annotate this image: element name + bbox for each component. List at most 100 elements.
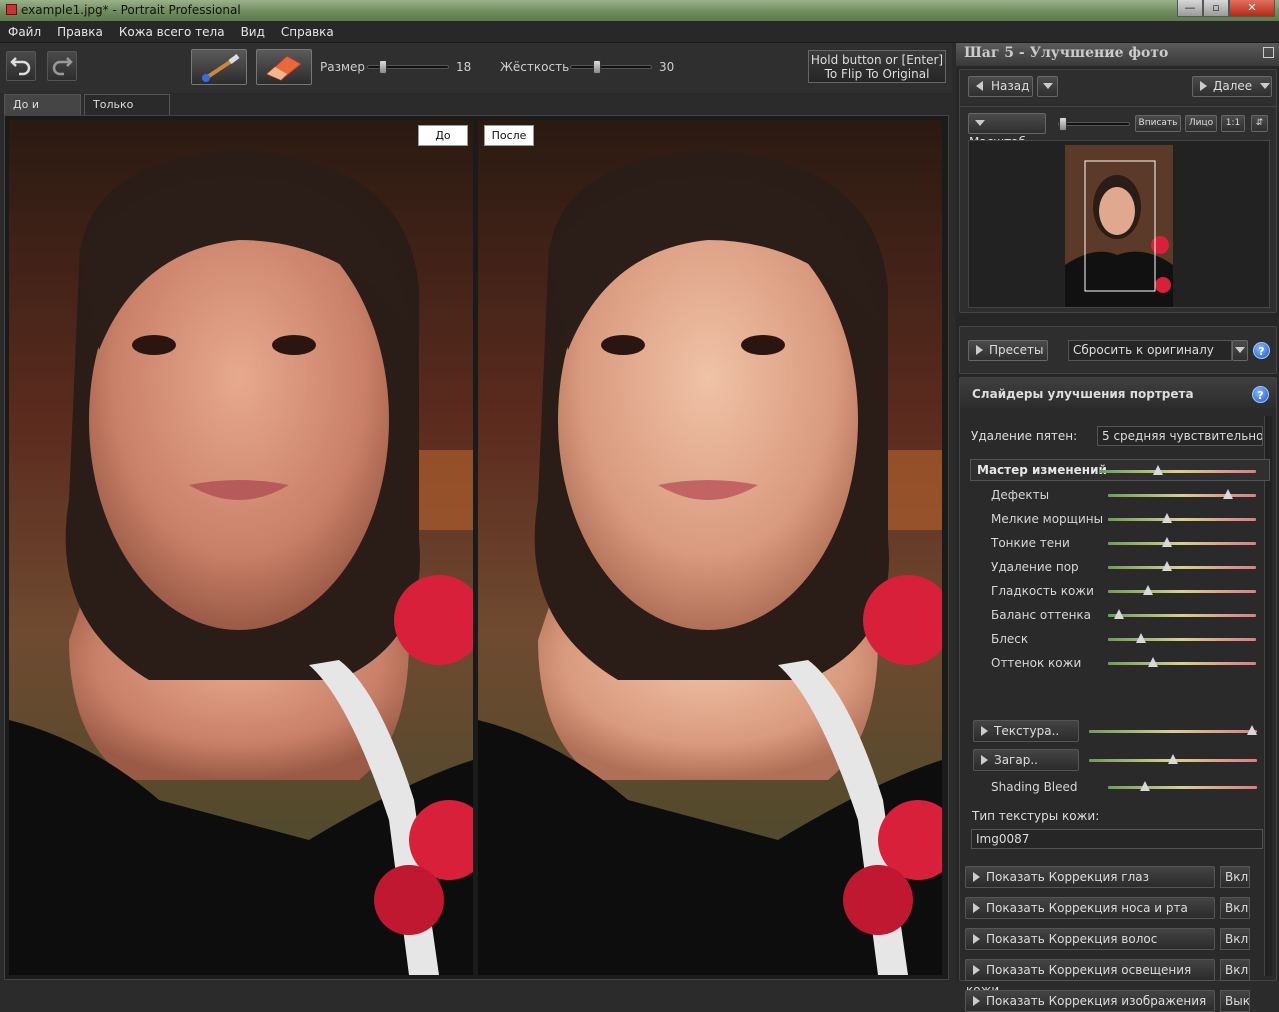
slider-label: Оттенок кожи: [991, 656, 1082, 670]
show-section-button[interactable]: Показать Коррекция волос: [965, 928, 1215, 950]
slider-row: Удаление пор: [970, 556, 1270, 580]
slider-label: Удаление пор: [991, 560, 1079, 574]
tan-slider[interactable]: [1089, 754, 1257, 764]
show-section-button[interactable]: Показать Коррекция глаз: [965, 866, 1215, 888]
redo-button[interactable]: [47, 51, 77, 81]
next-button[interactable]: Далее: [1192, 76, 1272, 97]
brush-icon: [202, 54, 240, 82]
enhancement-slider[interactable]: [1108, 537, 1256, 547]
enhancement-slider[interactable]: [1108, 609, 1256, 619]
show-section-button[interactable]: Показать Коррекция носа и рта: [965, 897, 1215, 919]
maximize-button[interactable]: ▫: [1203, 0, 1229, 17]
menu-view[interactable]: Вид: [233, 21, 273, 39]
enhancement-slider[interactable]: [1108, 657, 1256, 667]
undo-button[interactable]: [6, 51, 36, 81]
hardness-value: 30: [659, 60, 675, 74]
menu-edit[interactable]: Правка: [49, 21, 111, 39]
navigator-thumbnail[interactable]: [1065, 145, 1173, 307]
texture-slider[interactable]: [1089, 725, 1257, 735]
section-list: Показать Коррекция глаз Вкл Показать Корре…: [965, 866, 1270, 1012]
slider-thumb[interactable]: [1161, 513, 1172, 523]
enhancement-slider[interactable]: [1108, 513, 1256, 523]
shading-bleed-thumb[interactable]: [1139, 781, 1150, 791]
tan-thumb[interactable]: [1168, 754, 1178, 764]
spot-removal-label: Удаление пятен:: [971, 429, 1078, 443]
slider-thumb[interactable]: [1161, 537, 1172, 547]
slider-thumb[interactable]: [1222, 489, 1233, 499]
portrait-before-image: [9, 120, 473, 975]
texture-type-field[interactable]: Img0087: [971, 829, 1263, 849]
texture-thumb[interactable]: [1247, 725, 1257, 735]
slider-thumb[interactable]: [1113, 609, 1124, 619]
tab-before-after[interactable]: До и после: [4, 94, 81, 130]
flip-line2: To Flip To Original: [824, 67, 930, 81]
zoom-slider-knob[interactable]: [1059, 117, 1067, 131]
show-section-button[interactable]: Показать Коррекция освещения кожи: [965, 959, 1215, 997]
close-button[interactable]: ✕: [1229, 0, 1275, 17]
section-toggle[interactable]: Вкл: [1220, 897, 1250, 919]
section-label: Показать Коррекция носа и рта: [986, 901, 1188, 915]
flip-to-original-button[interactable]: Hold button or [Enter] To Flip To Origina…: [808, 50, 946, 83]
one-to-one-button[interactable]: 1:1: [1221, 115, 1245, 132]
enhancement-slider[interactable]: [1108, 633, 1256, 643]
slider-thumb[interactable]: [1135, 633, 1146, 643]
slider-label: Дефекты: [991, 488, 1050, 502]
zoom-slider[interactable]: [1058, 117, 1130, 131]
section-toggle[interactable]: Вкл: [1220, 928, 1250, 950]
face-button[interactable]: Лицо: [1185, 115, 1217, 132]
shading-bleed-label: Shading Bleed: [991, 780, 1078, 794]
size-slider[interactable]: [367, 60, 449, 74]
size-label: Размер: [320, 60, 366, 74]
portrait-after-image: [478, 120, 942, 975]
zoom-menu-button[interactable]: ⇵: [1251, 115, 1268, 132]
play-icon: [973, 965, 980, 975]
tab-after-only[interactable]: Только после: [84, 94, 170, 130]
presets-panel: Пресеты Сбросить к оригиналу ?: [959, 326, 1277, 374]
enhancement-slider[interactable]: [1108, 585, 1256, 595]
back-dropdown[interactable]: [1037, 76, 1058, 97]
sliders-panel: Слайдеры улучшения портрета ? Удаление п…: [959, 377, 1277, 1012]
menu-bar: Файл Правка Кожа всего тела Вид Справка: [0, 21, 1279, 43]
help-icon[interactable]: ?: [1252, 386, 1269, 403]
preset-select[interactable]: Сбросить к оригиналу: [1068, 340, 1232, 361]
help-icon[interactable]: ?: [1253, 342, 1270, 359]
chevron-down-icon: [1042, 83, 1053, 89]
master-thumb[interactable]: [1153, 465, 1164, 475]
shading-bleed-slider[interactable]: [1108, 781, 1257, 791]
master-row[interactable]: Мастер изменений: [970, 459, 1270, 481]
enhancement-slider[interactable]: [1108, 561, 1256, 571]
undo-icon: [10, 57, 31, 76]
texture-button[interactable]: Текстура..: [973, 720, 1079, 742]
menu-file[interactable]: Файл: [0, 21, 49, 39]
back-button[interactable]: Назад: [968, 76, 1033, 97]
panel-dock-icon[interactable]: [1263, 47, 1274, 58]
before-photo[interactable]: До: [9, 120, 473, 975]
menu-body-skin[interactable]: Кожа всего тела: [111, 21, 233, 39]
slider-thumb[interactable]: [1142, 585, 1153, 595]
minimize-button[interactable]: —: [1177, 0, 1203, 17]
fit-button[interactable]: Вписать: [1135, 115, 1181, 132]
menu-help[interactable]: Справка: [273, 21, 342, 39]
slider-thumb[interactable]: [1148, 657, 1159, 667]
brush-tool-button[interactable]: [191, 49, 247, 85]
hardness-slider[interactable]: [570, 60, 652, 74]
show-section-button[interactable]: Показать Коррекция изображения: [965, 990, 1215, 1012]
section-toggle[interactable]: Вкл: [1220, 959, 1250, 981]
hardness-slider-knob[interactable]: [593, 60, 601, 74]
eraser-tool-button[interactable]: [256, 49, 312, 85]
tan-button[interactable]: Загар..: [973, 749, 1079, 771]
spot-removal-select[interactable]: 5 средняя чувствительност: [1097, 426, 1263, 446]
presets-button[interactable]: Пресеты: [968, 340, 1048, 361]
slider-thumb[interactable]: [1161, 561, 1172, 571]
slider-row: Гладкость кожи: [970, 580, 1270, 604]
after-photo[interactable]: После: [478, 120, 942, 975]
size-slider-knob[interactable]: [379, 60, 387, 74]
master-slider[interactable]: [1099, 465, 1256, 475]
section-toggle[interactable]: Выкл: [1220, 990, 1250, 1012]
presets-label: Пресеты: [989, 343, 1044, 357]
section-toggle[interactable]: Вкл: [1220, 866, 1250, 888]
enhancement-slider[interactable]: [1108, 489, 1256, 499]
zoom-toggle[interactable]: Масштаб: [968, 113, 1046, 149]
preset-dropdown[interactable]: [1232, 340, 1248, 361]
slider-row: Мелкие морщины: [970, 508, 1270, 532]
